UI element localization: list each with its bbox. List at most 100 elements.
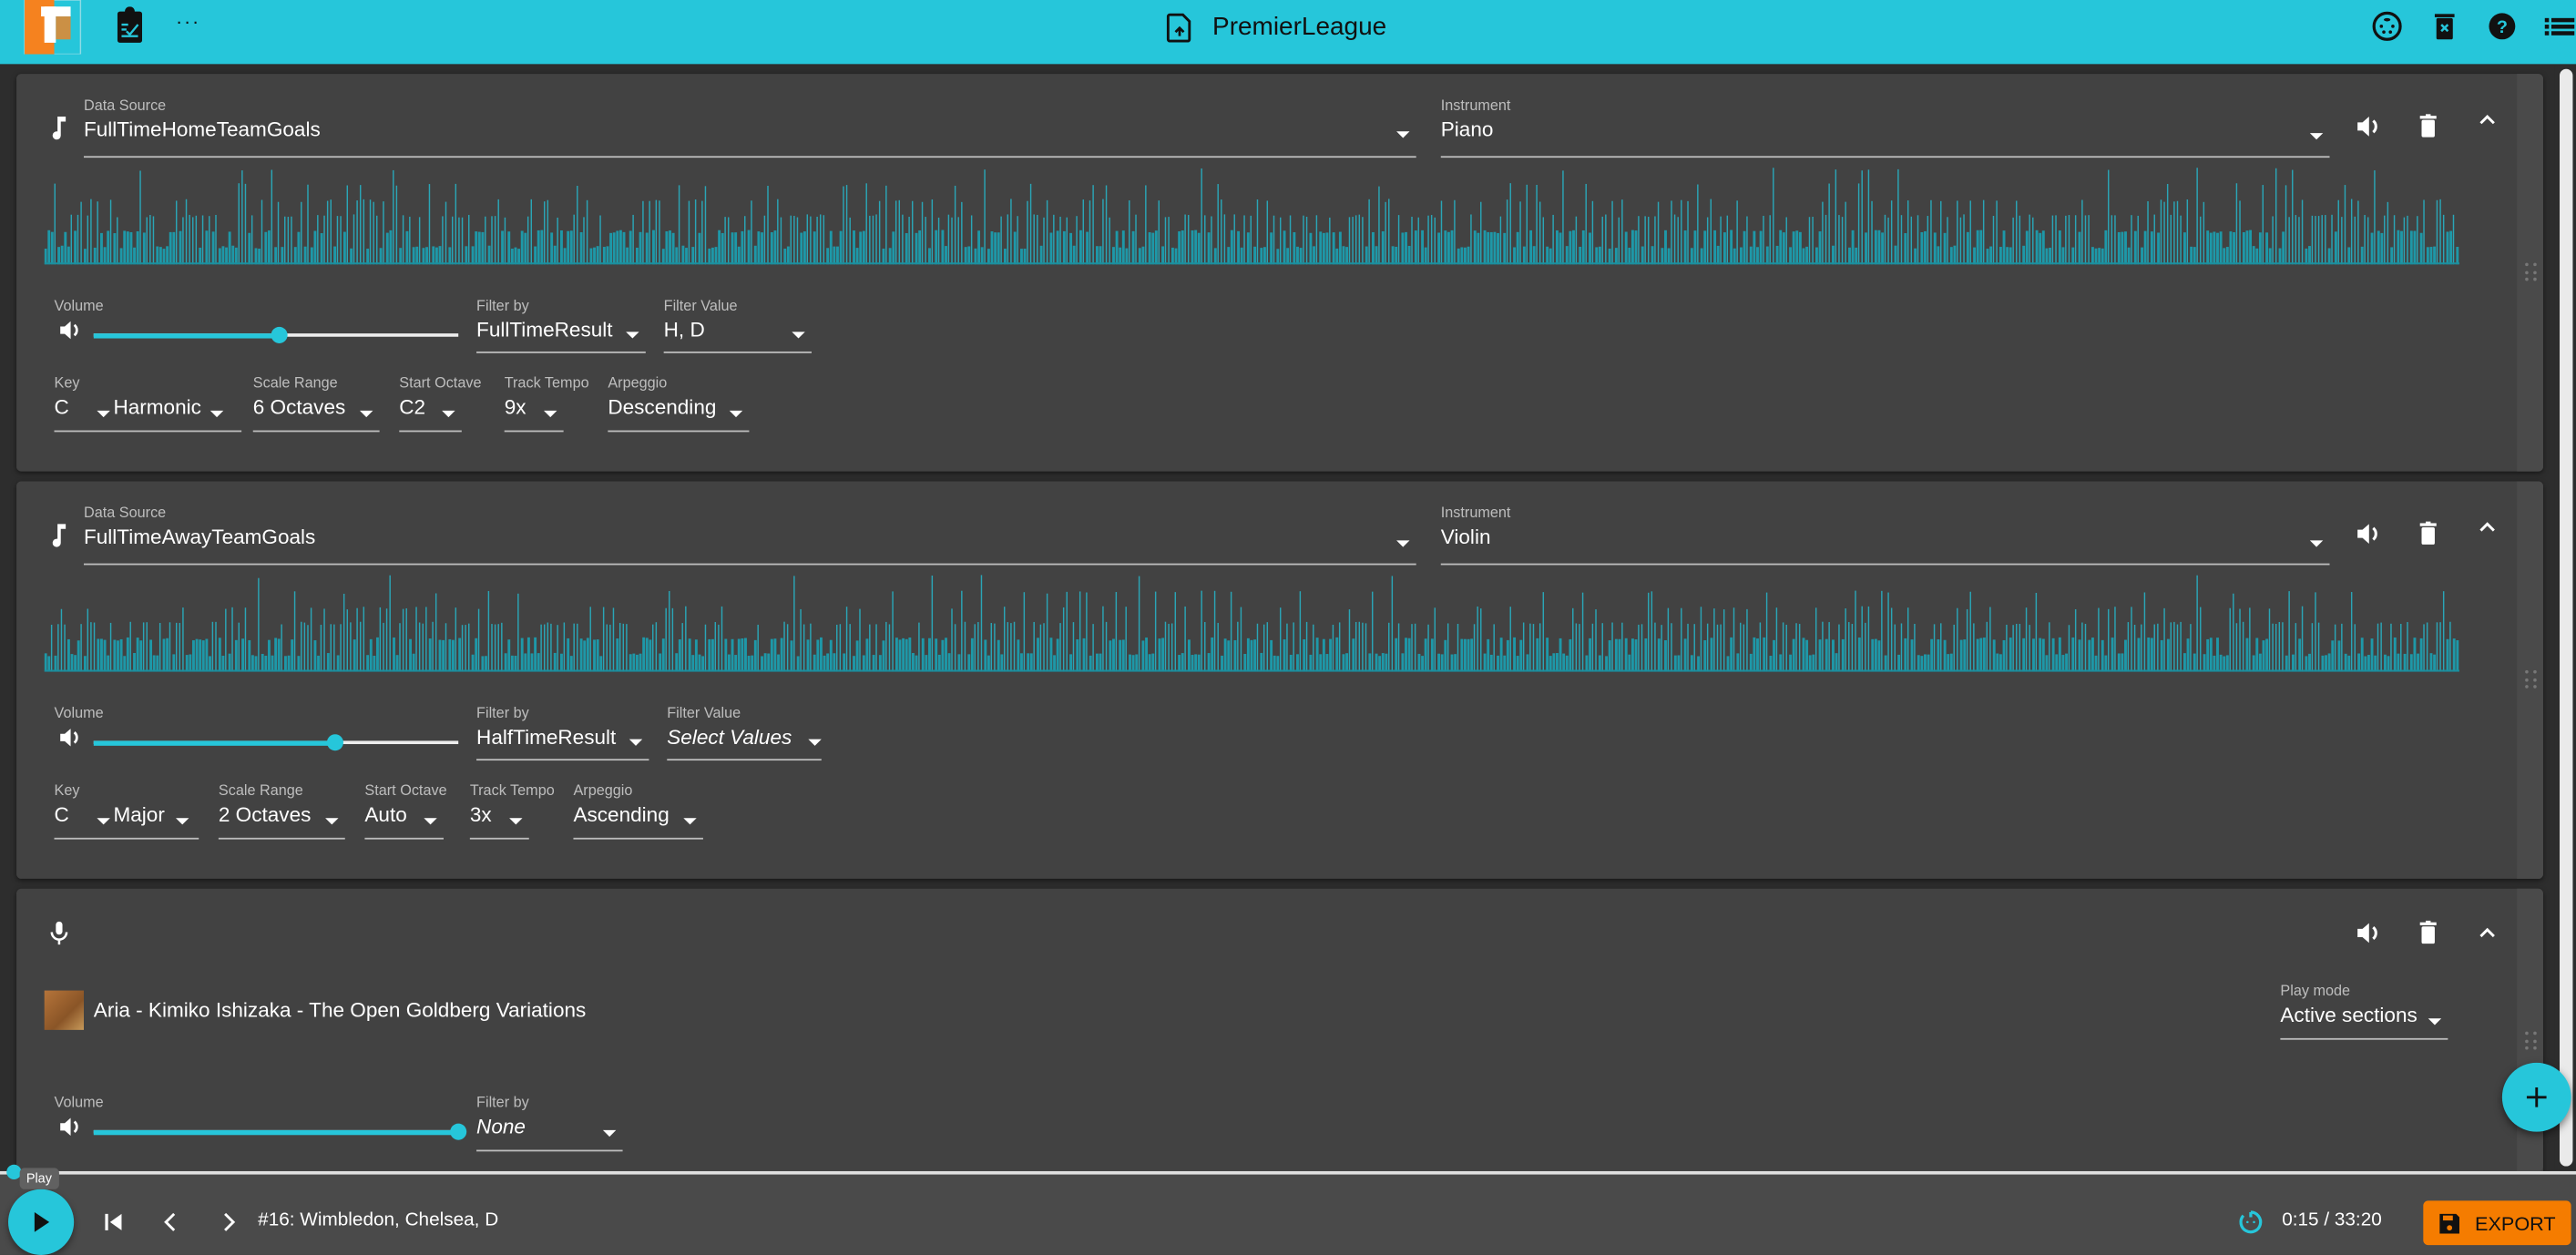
arpeggio-select[interactable]: Arpeggio Descending <box>608 374 750 433</box>
waveform-bar <box>1949 247 1953 265</box>
waveform-bar <box>1969 200 1971 265</box>
waveform-bar <box>800 232 803 265</box>
volume-slider[interactable] <box>93 323 459 346</box>
volume-icon[interactable] <box>56 723 85 752</box>
drag-handle-icon[interactable] <box>2525 669 2538 690</box>
waveform-bar <box>297 656 301 672</box>
key-select[interactable]: Key C <box>54 374 242 433</box>
key-select[interactable]: Key C <box>54 782 199 840</box>
waveform-bar <box>547 199 549 265</box>
drag-rail[interactable] <box>2517 481 2543 879</box>
waveform-bar <box>162 638 166 672</box>
data-source-select[interactable]: Data Source FullTimeHomeTeamGoals <box>83 97 1416 158</box>
file-upload-icon[interactable] <box>1166 13 1193 43</box>
playback-progress-slider[interactable] <box>0 1164 2576 1179</box>
waveform-bar <box>1808 217 1811 265</box>
volume-slider[interactable] <box>93 731 459 754</box>
waveform-bar <box>1937 246 1940 265</box>
list-icon[interactable] <box>2540 6 2576 46</box>
waveform-bar <box>1927 654 1930 672</box>
waveform-bar <box>1358 621 1361 672</box>
waveform-bar <box>659 653 662 672</box>
waveform-bar <box>1730 230 1733 265</box>
waveform-bar <box>74 230 77 265</box>
waveform-bar <box>1000 654 1004 672</box>
waveform-bar <box>2417 653 2419 672</box>
timer-icon[interactable] <box>2238 1209 2264 1235</box>
volume-icon[interactable] <box>56 1112 85 1141</box>
waveform-bar <box>635 247 639 265</box>
delete-icon[interactable] <box>2412 110 2445 143</box>
volume-slider[interactable] <box>93 1120 467 1143</box>
waveform-bar <box>1644 216 1646 265</box>
track-tempo-select[interactable]: Track Tempo 3x <box>469 782 555 840</box>
waveform-bar <box>935 638 938 672</box>
notes-icon[interactable] <box>110 6 149 46</box>
waveform-bar <box>491 216 493 265</box>
waveform-bar <box>1841 638 1845 672</box>
instrument-label: Instrument <box>1440 504 1511 521</box>
add-track-button[interactable] <box>2501 1062 2571 1132</box>
previous-icon[interactable] <box>156 1208 185 1237</box>
track-tempo-select[interactable]: Track Tempo 9x <box>504 374 589 433</box>
drag-rail[interactable] <box>2517 74 2543 472</box>
play-button[interactable] <box>8 1189 75 1255</box>
scale-select[interactable]: Major <box>113 782 195 840</box>
instrument-select[interactable]: Instrument Piano <box>1440 97 2330 158</box>
waveform-bar <box>1076 639 1079 672</box>
slider-thumb[interactable] <box>271 326 289 343</box>
volume-icon[interactable] <box>2353 517 2386 550</box>
waveform-bar <box>2308 653 2311 672</box>
filter-by-select[interactable]: Filter by None <box>476 1094 623 1152</box>
delete-icon[interactable] <box>2412 517 2445 550</box>
next-icon[interactable] <box>213 1208 242 1237</box>
drag-handle-icon[interactable] <box>2525 262 2538 283</box>
volume-icon[interactable] <box>56 315 85 344</box>
waveform-bar <box>1506 639 1509 672</box>
filter-value-select[interactable]: Filter Value Select Values <box>667 705 822 761</box>
waveform-bar <box>1973 623 1975 672</box>
start-octave-select[interactable]: Start Octave Auto <box>364 782 447 840</box>
delete-icon[interactable] <box>2412 916 2445 949</box>
waveform-bar <box>1253 246 1257 265</box>
waveform-bar <box>579 638 583 672</box>
waveform-bar <box>1927 216 1929 265</box>
collapse-icon[interactable] <box>2471 511 2504 544</box>
instrument-select[interactable]: Instrument Violin <box>1440 504 2330 566</box>
waveform-bar <box>320 233 323 265</box>
waveform-bar <box>2137 638 2141 672</box>
drag-handle-icon[interactable] <box>2525 1031 2538 1052</box>
filter-value-select[interactable]: Filter Value H, D <box>663 297 812 353</box>
waveform-bar <box>412 653 415 672</box>
arpeggio-select[interactable]: Arpeggio Ascending <box>573 782 703 840</box>
filter-by-select[interactable]: Filter by FullTimeResult <box>476 297 646 353</box>
scale-select[interactable]: Harmonic <box>113 374 230 432</box>
settings-dial-icon[interactable] <box>2367 6 2407 46</box>
slider-thumb[interactable] <box>326 734 343 751</box>
clear-all-icon[interactable] <box>2425 6 2464 46</box>
scrollbar[interactable] <box>2554 66 2576 1170</box>
waveform-bar <box>2081 622 2083 672</box>
waveform-bar <box>1332 232 1335 265</box>
scale-range-select[interactable]: Scale Range 2 Octaves <box>218 782 345 840</box>
volume-icon[interactable] <box>2353 110 2386 143</box>
waveform-bar <box>1141 246 1145 265</box>
waveform-bar <box>1233 214 1235 265</box>
help-icon[interactable]: ? <box>2482 6 2521 46</box>
volume-icon[interactable] <box>2353 916 2386 949</box>
scrollbar-thumb[interactable] <box>2560 68 2573 1167</box>
more-icon[interactable]: ··· <box>176 10 200 33</box>
slider-thumb[interactable] <box>450 1123 467 1140</box>
play-mode-select[interactable]: Play mode Active sections <box>2280 983 2448 1040</box>
start-octave-select[interactable]: Start Octave C2 <box>399 374 482 433</box>
collapse-icon[interactable] <box>2471 916 2504 949</box>
logo-icon[interactable] <box>21 0 84 55</box>
waveform-bar <box>54 183 56 265</box>
skip-to-start-icon[interactable] <box>98 1208 128 1237</box>
filter-by-select[interactable]: Filter by HalfTimeResult <box>476 705 649 761</box>
scale-range-select[interactable]: Scale Range 6 Octaves <box>252 374 380 433</box>
chevron-down-icon <box>2309 133 2324 140</box>
collapse-icon[interactable] <box>2471 104 2504 137</box>
export-button[interactable]: EXPORT <box>2423 1200 2571 1246</box>
data-source-select[interactable]: Data Source FullTimeAwayTeamGoals <box>83 505 1416 566</box>
